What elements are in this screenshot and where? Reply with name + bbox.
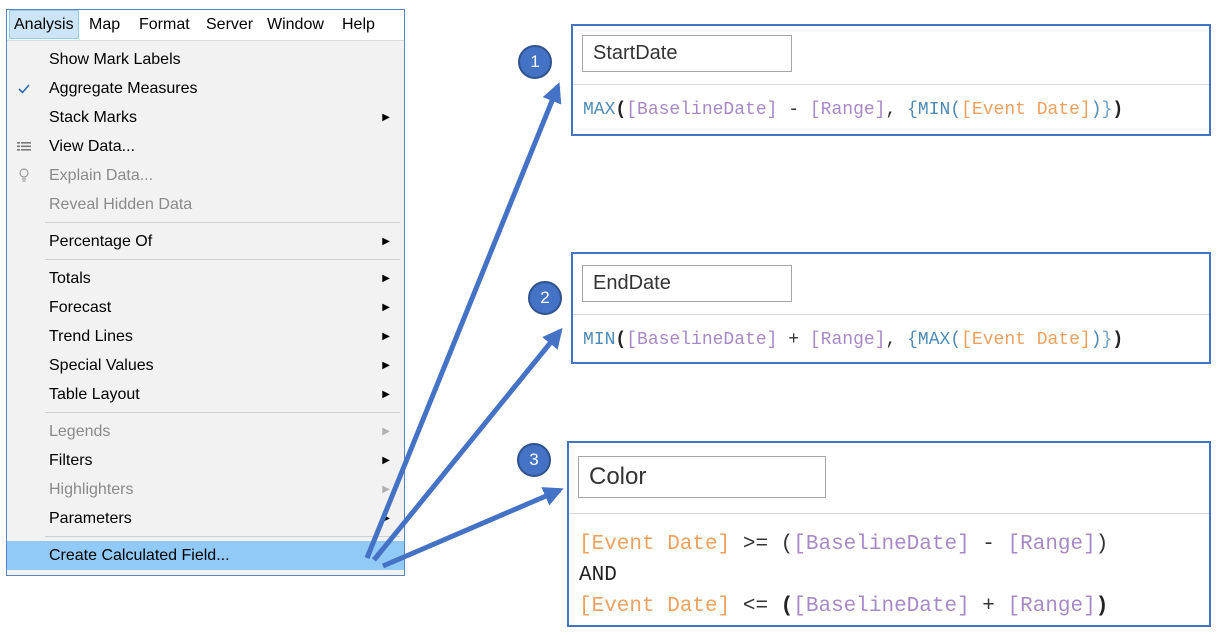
arrow-to-startdate xyxy=(364,82,562,559)
arrow-to-color xyxy=(382,487,564,569)
arrow-to-enddate xyxy=(372,327,563,562)
connector-arrows xyxy=(364,82,564,569)
